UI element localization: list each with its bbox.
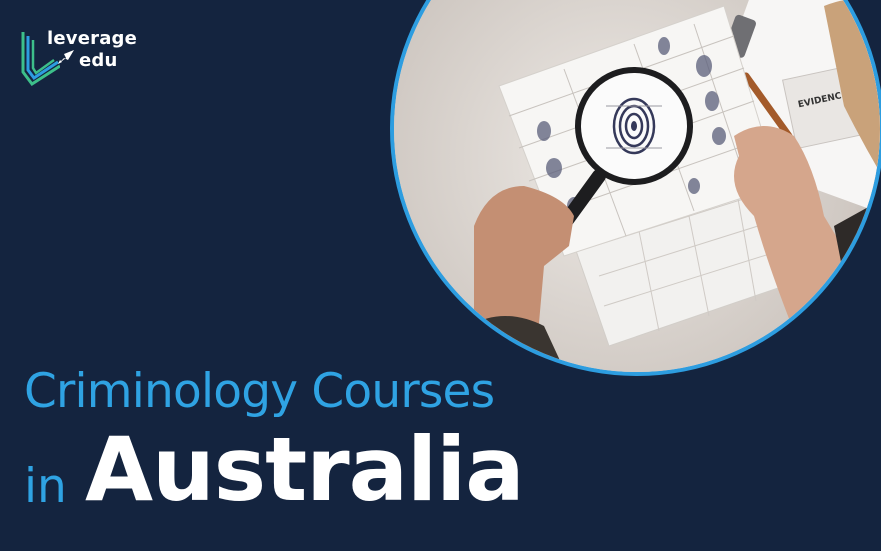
banner: leverage edu EVIDENCE Criminology Course… <box>0 0 881 551</box>
headline-criminology-courses: Criminology Courses <box>24 364 495 419</box>
hero-photo: EVIDENCE <box>390 0 881 376</box>
headline-prefix-in: in <box>24 459 67 514</box>
rocket-icon <box>58 50 74 64</box>
logo-word-edu: edu <box>79 50 118 71</box>
headline-australia: Australia <box>85 418 525 521</box>
leverage-edu-logo[interactable]: leverage edu <box>20 26 150 90</box>
logo-word-leverage: leverage <box>47 28 138 49</box>
fingerprint-investigation-illustration: EVIDENCE <box>394 0 880 372</box>
